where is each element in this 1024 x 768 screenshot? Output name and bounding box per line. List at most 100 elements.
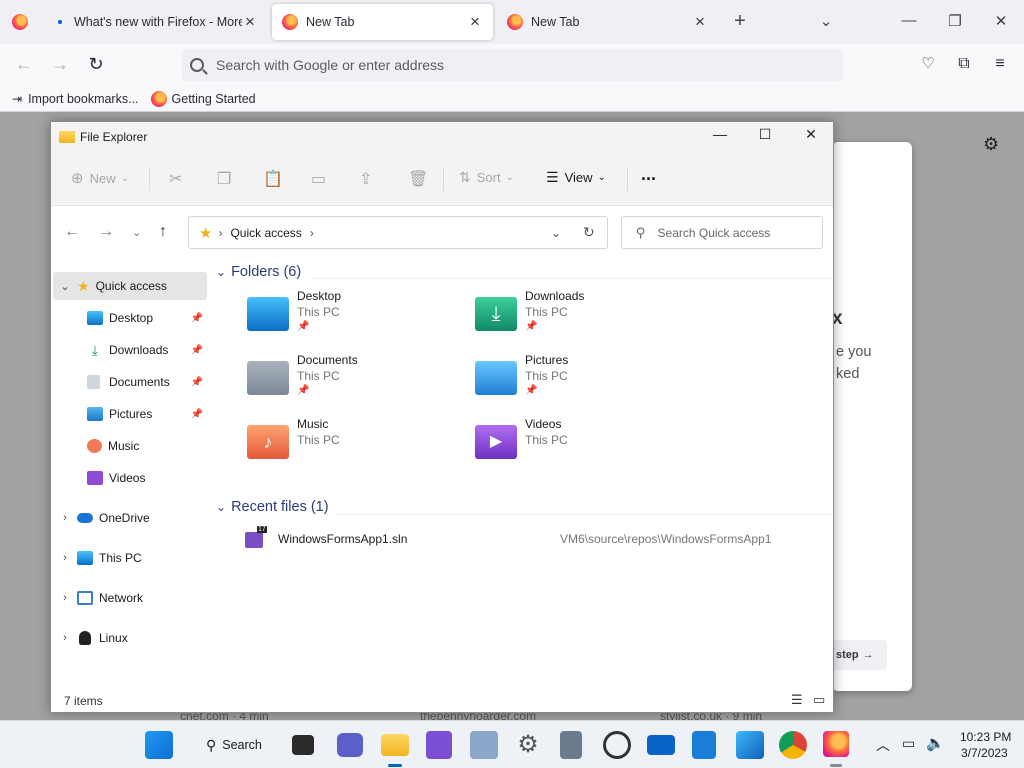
up-arrow-icon[interactable]: ↑	[159, 223, 167, 241]
folder-location: This PC	[297, 305, 340, 319]
folder-tile-videos[interactable]: ▶ Videos This PC	[475, 417, 695, 477]
url-bar-placeholder: Search with Google or enter address	[216, 57, 445, 73]
extensions-icon[interactable]: ⧉	[952, 52, 976, 76]
minimize-window-icon[interactable]: —	[899, 12, 919, 29]
see-more-button[interactable]: ...	[641, 164, 656, 185]
share-icon[interactable]: ⇪	[359, 169, 372, 189]
sidebar-item-desktop[interactable]: Desktop 📌	[53, 304, 207, 332]
maximize-window-icon[interactable]: ❐	[945, 12, 965, 30]
delete-icon[interactable]: 🗑	[408, 169, 428, 189]
recent-locations-chevron-icon[interactable]: ⌄	[132, 226, 141, 239]
expand-chevron-icon[interactable]: ›	[57, 512, 73, 524]
tiles-view-icon[interactable]: ▭	[813, 692, 825, 708]
mail-icon[interactable]	[647, 735, 675, 755]
back-arrow-icon[interactable]: ←	[64, 223, 80, 241]
forward-arrow-icon[interactable]: →	[48, 52, 72, 76]
chat-icon[interactable]	[337, 733, 363, 757]
close-icon[interactable]: ✕	[799, 126, 823, 143]
sidebar-item-this-pc[interactable]: › This PC	[53, 544, 207, 572]
breadcrumb[interactable]: Quick access	[230, 226, 301, 240]
task-view-icon[interactable]	[292, 735, 314, 755]
back-arrow-icon[interactable]: ←	[12, 52, 36, 76]
sidebar-item-videos[interactable]: Videos	[53, 464, 207, 492]
minimize-icon[interactable]: —	[708, 126, 732, 142]
clock-icon[interactable]	[603, 731, 631, 759]
import-bookmarks-link[interactable]: ⇥ Import bookmarks...	[12, 92, 139, 106]
start-windows-icon[interactable]	[145, 731, 173, 759]
photos-icon[interactable]	[736, 731, 764, 759]
sort-button[interactable]: ⇅ Sort ⌄	[459, 169, 514, 186]
folders-section-header[interactable]: ⌄ Folders (6)	[216, 264, 301, 280]
folder-tile-music[interactable]: ♪ Music This PC	[247, 417, 467, 477]
tab-new-tab[interactable]: New Tab ×	[497, 4, 718, 40]
close-tab-icon[interactable]: ×	[242, 12, 258, 32]
address-bar[interactable]: ★ › Quick access › ⌄ ↻	[188, 216, 608, 249]
sidebar-item-downloads[interactable]: ⤓ Downloads 📌	[53, 336, 207, 364]
close-window-icon[interactable]: ✕	[991, 12, 1011, 30]
star-icon: ★	[199, 224, 213, 242]
rename-icon[interactable]: ▭	[311, 169, 326, 189]
firefox-icon	[282, 14, 298, 30]
firefox-taskbar-icon[interactable]	[823, 731, 849, 757]
expand-chevron-icon[interactable]: ›	[57, 632, 73, 644]
chrome-icon[interactable]	[779, 731, 807, 759]
sidebar-item-network[interactable]: › Network	[53, 584, 207, 612]
pocket-icon[interactable]: ♡	[916, 52, 940, 76]
expand-chevron-icon[interactable]: ⌄	[57, 280, 73, 293]
next-step-button[interactable]: step →	[832, 640, 887, 670]
sidebar-item-linux[interactable]: › Linux	[53, 624, 207, 652]
folder-tile-downloads[interactable]: ⤓ Downloads This PC 📌	[475, 289, 695, 349]
new-button[interactable]: ⊕ New ⌄	[71, 169, 129, 187]
folder-tile-documents[interactable]: Documents This PC 📌	[247, 353, 467, 413]
folder-tile-pictures[interactable]: Pictures This PC 📌	[475, 353, 695, 413]
settings-gear-icon[interactable]: ⚙	[983, 134, 999, 155]
sidebar-label: Network	[99, 591, 144, 605]
tab-whats-new[interactable]: What's new with Firefox - More ×	[44, 4, 268, 40]
clock-time[interactable]: 10:23 PM	[960, 730, 1011, 744]
sidebar-item-onedrive[interactable]: › OneDrive	[53, 504, 207, 532]
paste-icon[interactable]: 📋	[263, 169, 283, 189]
firefox-menu-icon[interactable]	[12, 14, 28, 30]
close-tab-icon[interactable]: ×	[467, 12, 483, 32]
recent-files-section-header[interactable]: ⌄ Recent files (1)	[216, 499, 329, 515]
visual-studio-icon[interactable]	[426, 731, 452, 759]
refresh-icon[interactable]: ↻	[583, 224, 595, 241]
cut-icon[interactable]: ✂	[169, 169, 182, 189]
clock-date[interactable]: 3/7/2023	[961, 746, 1008, 760]
expand-chevron-icon[interactable]: ›	[57, 592, 73, 604]
url-bar[interactable]: Search with Google or enter address	[182, 49, 843, 81]
getting-started-bookmark[interactable]: Getting Started	[150, 90, 256, 107]
performance-monitor-icon[interactable]	[470, 731, 498, 759]
sidebar-item-quick-access[interactable]: ⌄ ★ Quick access	[53, 272, 207, 300]
address-dropdown-icon[interactable]: ⌄	[551, 226, 561, 240]
close-tab-icon[interactable]: ×	[692, 12, 708, 32]
title-bar[interactable]: File Explorer — ☐ ✕	[51, 122, 833, 152]
view-button[interactable]: ☰ View ⌄	[546, 169, 606, 186]
list-item[interactable]: 17 WindowsFormsApp1.sln VM6\source\repos…	[241, 526, 831, 554]
details-view-icon[interactable]: ☰	[791, 692, 803, 708]
file-explorer-taskbar-icon[interactable]	[381, 734, 409, 756]
settings-gear-icon[interactable]: ⚙	[514, 731, 542, 759]
forward-arrow-icon[interactable]: →	[98, 223, 114, 241]
new-tab-plus-icon[interactable]: +	[730, 10, 750, 33]
show-hidden-icons-chevron-icon[interactable]: ︿	[876, 735, 890, 755]
taskbar-search-button[interactable]: ⚲ Search	[194, 731, 272, 759]
button-label: step	[836, 649, 859, 661]
reload-icon[interactable]: ↻	[84, 52, 108, 76]
sidebar-item-documents[interactable]: Documents 📌	[53, 368, 207, 396]
maximize-icon[interactable]: ☐	[753, 126, 777, 143]
folder-tile-desktop[interactable]: Desktop This PC 📌	[247, 289, 467, 349]
expand-chevron-icon[interactable]: ›	[57, 552, 73, 564]
list-all-tabs-chevron-icon[interactable]: ⌄	[816, 12, 836, 30]
copy-icon[interactable]: ❐	[217, 169, 231, 189]
microsoft-store-icon[interactable]	[692, 731, 716, 759]
tab-new-tab-active[interactable]: New Tab ×	[272, 4, 493, 40]
volume-icon[interactable]: 🔈	[926, 734, 945, 752]
search-input[interactable]: ⚲ Search Quick access	[621, 216, 823, 249]
calculator-icon[interactable]	[560, 731, 582, 759]
tab-title: What's new with Firefox - More	[74, 15, 242, 29]
hamburger-menu-icon[interactable]: ≡	[988, 52, 1012, 76]
sidebar-item-pictures[interactable]: Pictures 📌	[53, 400, 207, 428]
sidebar-item-music[interactable]: Music	[53, 432, 207, 460]
network-icon[interactable]: ▭	[902, 735, 915, 752]
